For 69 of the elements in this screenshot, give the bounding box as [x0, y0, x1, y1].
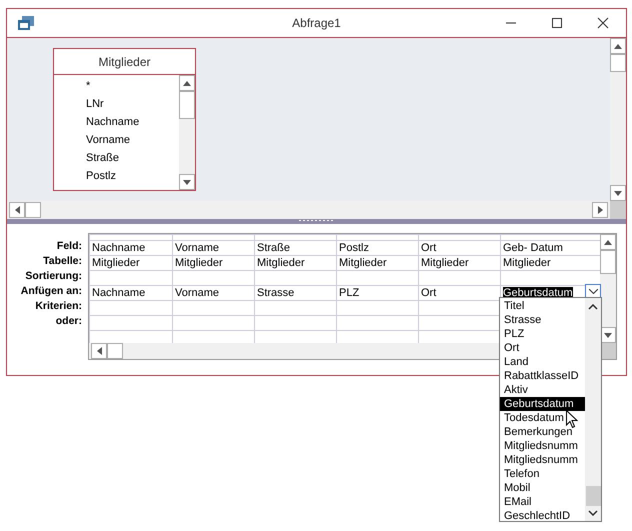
window-title: Abfrage1: [292, 16, 341, 30]
scroll-left-icon: [14, 206, 20, 214]
close-icon: [597, 17, 609, 29]
cursor-icon: [566, 410, 578, 429]
selected-text[interactable]: Geburtsdatum: [503, 286, 573, 298]
dropdown-item[interactable]: Aktiv: [500, 383, 585, 397]
scrollbar-thumb[interactable]: [107, 343, 123, 359]
dropdown-item[interactable]: Mitgliedsnumm: [500, 453, 585, 467]
scroll-up-icon: [614, 44, 622, 48]
scroll-up-button[interactable]: [179, 75, 195, 91]
dropdown-item[interactable]: PLZ: [500, 327, 585, 341]
dropdown-list[interactable]: Titel Strasse PLZ Ort Land RabattklasseID Aktiv Geburtsdatum Todesdatum Bemerkungen Mitgliedsnumm Mitgliedsnumm Telefon Mobil EMail GeschlechtID: [499, 297, 602, 522]
scroll-down-icon: [183, 180, 191, 184]
table-title: Mitglieder: [98, 54, 151, 70]
dropdown-item[interactable]: Mitgliedsnumm: [500, 439, 585, 453]
scrollbar-thumb[interactable]: [179, 91, 195, 119]
scrollbar-thumb[interactable]: [600, 250, 616, 274]
dropdown-item[interactable]: Ort: [500, 341, 585, 355]
dropdown-item[interactable]: Bemerkungen: [500, 425, 585, 439]
dropdown-button[interactable]: [585, 284, 601, 298]
row-label: Tabelle:: [43, 255, 82, 267]
dropdown-item[interactable]: Geburtsdatum: [500, 397, 585, 411]
dropdown-item[interactable]: Mobil: [500, 481, 585, 495]
dropdown-item[interactable]: Land: [500, 355, 585, 369]
scroll-right-button[interactable]: [592, 202, 608, 218]
scroll-down-button[interactable]: [179, 174, 195, 190]
grid-cell[interactable]: Ort: [421, 286, 436, 298]
field-item[interactable]: Nachname: [86, 116, 140, 128]
scroll-up-icon: [183, 80, 191, 86]
splitter-handle[interactable]: [298, 219, 334, 222]
row-label: oder:: [56, 315, 82, 327]
query-icon: [17, 15, 35, 31]
row-label: Feld:: [56, 240, 82, 252]
scroll-down-icon: [604, 332, 612, 338]
grid-cell[interactable]: Ort: [421, 242, 436, 254]
row-label: Anfügen an:: [20, 285, 82, 297]
scroll-down-icon: [614, 190, 622, 196]
scrollbar-corner: [610, 201, 626, 219]
dropdown-item[interactable]: Strasse: [500, 313, 585, 327]
grid-cell[interactable]: PLZ: [339, 286, 360, 298]
dropdown-item[interactable]: Titel: [500, 299, 585, 313]
scroll-left-button[interactable]: [9, 202, 25, 218]
scroll-up-button[interactable]: [600, 234, 616, 250]
dropdown-item[interactable]: EMail: [500, 495, 585, 509]
caret-icon: [588, 288, 598, 294]
field-item[interactable]: *: [86, 80, 90, 92]
field-item[interactable]: Postlz: [86, 170, 116, 182]
maximize-icon: [551, 17, 563, 29]
scrollbar-thumb[interactable]: [586, 486, 600, 506]
field-item[interactable]: Vorname: [86, 134, 130, 146]
scroll-up-icon: [604, 240, 612, 244]
row-label: Kriterien:: [35, 300, 82, 312]
table-box[interactable]: Mitglieder * LNr Nachname Vorname Straße Postlz: [53, 48, 196, 191]
dropdown-item[interactable]: RabattklasseID: [500, 369, 585, 383]
scroll-left-icon: [96, 347, 102, 355]
scroll-left-button[interactable]: [91, 343, 107, 359]
field-item[interactable]: Straße: [86, 152, 120, 164]
dropdown-item[interactable]: Todesdatum: [500, 411, 585, 425]
scrollbar-thumb[interactable]: [25, 202, 41, 218]
scroll-right-icon: [598, 206, 602, 214]
scroll-up-button[interactable]: [610, 38, 626, 54]
row-label: Sortierung:: [25, 270, 82, 282]
scroll-down-button[interactable]: [610, 185, 626, 201]
dropdown-item[interactable]: Telefon: [500, 467, 585, 481]
scroll-down-icon[interactable]: [588, 510, 598, 516]
dropdown-item[interactable]: GeschlechtID: [500, 509, 585, 523]
scroll-up-icon[interactable]: [588, 304, 598, 310]
field-item[interactable]: LNr: [86, 98, 104, 110]
scrollbar-thumb[interactable]: [610, 54, 626, 72]
